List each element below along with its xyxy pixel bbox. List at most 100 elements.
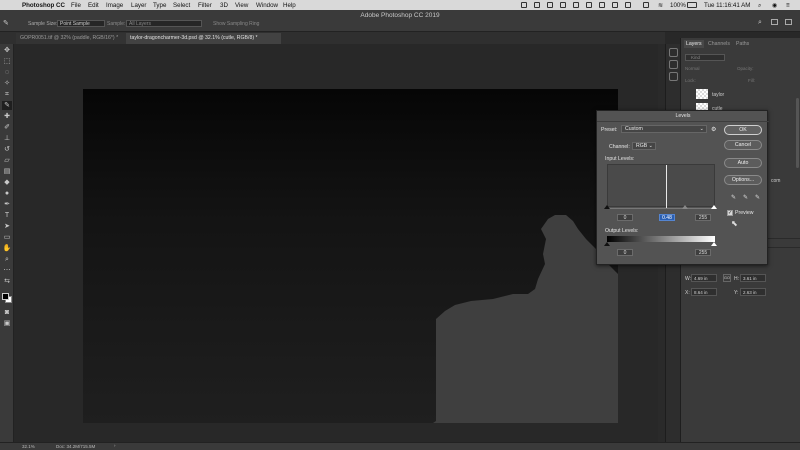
menu-edit[interactable]: Edit [88, 2, 99, 9]
path-select-tool-icon[interactable]: ➤ [2, 222, 12, 231]
move-tool-icon[interactable]: ✥ [2, 46, 12, 55]
input-white-field[interactable]: 255 [695, 214, 711, 221]
input-gray-handle[interactable] [682, 205, 688, 209]
screen-mode-icon[interactable]: ▣ [2, 319, 12, 328]
preset-select[interactable]: Custom ⌄ [621, 125, 707, 133]
menu-filter[interactable]: Filter [198, 2, 212, 9]
type-tool-icon[interactable]: T [2, 211, 12, 220]
output-black-handle[interactable] [604, 242, 610, 246]
quick-select-tool-icon[interactable]: ✧ [2, 79, 12, 88]
input-gamma-field[interactable]: 0.48 [659, 214, 675, 221]
swap-colors-icon[interactable]: ⇆ [2, 277, 12, 286]
input-black-field[interactable]: 0 [617, 214, 633, 221]
app-menu[interactable]: Photoshop CC [22, 2, 65, 9]
quick-mask-icon[interactable]: ◙ [2, 308, 12, 317]
status-icon[interactable] [625, 1, 631, 8]
menu-image[interactable]: Image [106, 2, 123, 9]
pen-tool-icon[interactable]: ✒ [2, 200, 12, 209]
healing-tool-icon[interactable]: ✚ [2, 112, 12, 121]
clone-stamp-tool-icon[interactable]: ⊥ [2, 134, 12, 143]
workspace-icon[interactable] [771, 19, 778, 25]
foreground-color-swatch[interactable] [2, 293, 9, 300]
status-icon[interactable] [521, 1, 527, 8]
kind-filter[interactable]: Kind [685, 54, 725, 61]
rectangle-tool-icon[interactable]: ▭ [2, 233, 12, 242]
battery-percent[interactable]: 100% [670, 2, 686, 9]
hand-tool-icon[interactable]: ✋ [2, 244, 12, 253]
bluetooth-icon[interactable] [643, 1, 649, 8]
link-dimensions-button[interactable]: GO [723, 274, 731, 282]
history-brush-tool-icon[interactable]: ↺ [2, 145, 12, 154]
menu-type[interactable]: Type [153, 2, 166, 9]
marquee-tool-icon[interactable]: ⬚ [2, 57, 12, 66]
tab-channels[interactable]: Channels [706, 40, 732, 48]
status-menu-icon[interactable]: › [114, 443, 116, 448]
layer-row[interactable]: taylor [681, 88, 800, 101]
search-icon[interactable]: ⌕ [758, 2, 761, 10]
x-field[interactable]: 8.64 in [691, 288, 717, 296]
menu-help[interactable]: Help [283, 2, 296, 9]
status-icon[interactable] [573, 1, 579, 8]
show-sampling-ring-checkbox[interactable]: Show Sampling Ring [213, 21, 259, 27]
sample-select[interactable]: All Layers [126, 20, 202, 27]
document-image[interactable] [83, 89, 618, 423]
layers-scrollbar[interactable] [796, 98, 799, 168]
preview-checkbox[interactable]: ✓ [727, 210, 733, 216]
wifi-icon[interactable]: ≋ [658, 2, 663, 9]
status-icon[interactable] [534, 1, 540, 8]
input-white-handle[interactable] [711, 205, 717, 209]
menu-window[interactable]: Window [256, 2, 278, 9]
canvas-area[interactable] [15, 44, 665, 448]
notification-icon[interactable]: ≡ [786, 2, 790, 9]
height-field[interactable]: 3.61 in [740, 274, 766, 282]
gray-point-eyedropper-icon[interactable]: ✎ [742, 195, 749, 202]
auto-button[interactable]: Auto [724, 158, 762, 168]
eraser-tool-icon[interactable]: ▱ [2, 156, 12, 165]
menu-layer[interactable]: Layer [131, 2, 146, 9]
blend-mode-select[interactable]: Normal [685, 66, 700, 71]
status-icon[interactable] [612, 1, 618, 8]
status-icon[interactable] [586, 1, 592, 8]
share-icon[interactable] [785, 19, 792, 25]
status-icon[interactable] [547, 1, 553, 8]
y-field[interactable]: 2.63 in [740, 288, 766, 296]
properties-panel-icon[interactable] [669, 72, 678, 81]
channel-select[interactable]: RGB ⌄ [632, 142, 656, 150]
zoom-tool-icon[interactable]: ⌕ [2, 255, 12, 264]
width-field[interactable]: 4.69 in [691, 274, 717, 282]
blur-tool-icon[interactable]: ◆ [2, 178, 12, 187]
output-white-handle[interactable] [711, 242, 717, 246]
output-white-field[interactable]: 255 [695, 249, 711, 256]
menu-file[interactable]: File [71, 2, 81, 9]
crop-tool-icon[interactable]: ⌗ [2, 90, 12, 99]
white-point-eyedropper-icon[interactable]: ✎ [754, 195, 761, 202]
lasso-tool-icon[interactable]: ◌ [2, 68, 12, 77]
eyedropper-tool-icon[interactable]: ✎ [2, 101, 12, 110]
dodge-tool-icon[interactable]: ● [2, 189, 12, 198]
status-icon[interactable] [599, 1, 605, 8]
doc-size[interactable]: Doc: 34.2M/715.5M [56, 444, 95, 449]
history-panel-icon[interactable] [669, 48, 678, 57]
tab-taylor-dragoncharmer[interactable]: taylor-dragoncharmer-3d.psd @ 32.1% (cut… [126, 33, 281, 44]
menu-3d[interactable]: 3D [220, 2, 228, 9]
edit-toolbar-icon[interactable]: ⋯ [2, 266, 12, 275]
tab-gopr0051[interactable]: GOPR0051.tif @ 32% (paddle, RGB/16*) * [16, 33, 126, 44]
zoom-level[interactable]: 32.1% [22, 444, 35, 449]
search-icon[interactable]: ⌕ [758, 19, 762, 27]
options-button[interactable]: Options... [724, 175, 762, 185]
status-icon[interactable] [560, 1, 566, 8]
menu-select[interactable]: Select [173, 2, 190, 9]
input-black-handle[interactable] [604, 205, 610, 209]
tab-paths[interactable]: Paths [734, 40, 751, 48]
spotlight-icon[interactable]: ◉ [772, 2, 777, 9]
cancel-button[interactable]: Cancel [724, 140, 762, 150]
black-point-eyedropper-icon[interactable]: ✎ [730, 195, 737, 202]
menu-view[interactable]: View [235, 2, 248, 9]
brush-tool-icon[interactable]: ✐ [2, 123, 12, 132]
output-black-field[interactable]: 0 [617, 249, 633, 256]
clock[interactable]: Tue 11:16:41 AM [704, 2, 750, 9]
sample-size-select[interactable]: Point Sample [57, 20, 105, 27]
ok-button[interactable]: OK [724, 125, 762, 135]
adjustments-panel-icon[interactable] [669, 60, 678, 69]
preset-options-gear-icon[interactable]: ⚙ [711, 126, 716, 133]
